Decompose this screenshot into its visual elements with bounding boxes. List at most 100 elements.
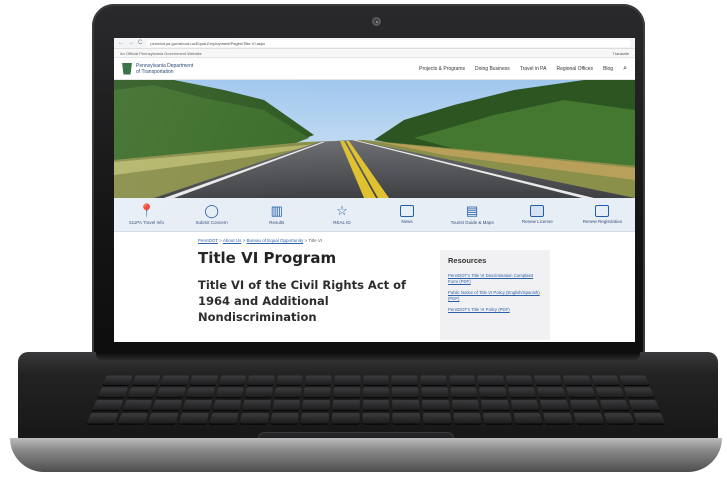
keyboard-key	[420, 375, 447, 385]
nav-item-regional-offices[interactable]: Regional Offices	[556, 66, 593, 72]
keyboard-key	[244, 387, 273, 398]
nav-item-projects[interactable]: Projects & Programs	[419, 66, 465, 72]
keyboard-key	[97, 387, 128, 398]
keyboard-key	[508, 387, 537, 398]
keyboard-key	[483, 413, 513, 424]
keyboard-key	[302, 400, 331, 411]
nav-item-doing-business[interactable]: Doing Business	[475, 66, 510, 72]
breadcrumb-bureau[interactable]: Bureau of Equal Opportunity	[246, 238, 303, 243]
keyboard-key	[591, 375, 621, 385]
quicklink-label: News	[401, 219, 413, 224]
breadcrumb-about-us[interactable]: About Us	[223, 238, 242, 243]
article: PennDOT > About Us > Bureau of Equal Opp…	[198, 238, 420, 340]
quicklink-renew-license[interactable]: Renew License	[510, 205, 565, 224]
site-header: Pennsylvania Department of Transportatio…	[114, 58, 635, 80]
keyboard-key	[152, 400, 183, 411]
keyboard-key	[566, 387, 596, 398]
keyboard-key	[543, 413, 574, 424]
keyboard-key	[215, 387, 244, 398]
keyboard-key	[534, 375, 563, 385]
quicklink-511pa[interactable]: 📍 511PA Travel Info	[119, 203, 174, 226]
quicklink-real-id[interactable]: ☆ REAL ID	[314, 204, 369, 226]
keyboard-key	[334, 375, 361, 385]
quicklink-label: Tourist Guide & Maps	[450, 220, 494, 225]
keyboard-key	[189, 375, 218, 385]
quicklink-tourist-guide[interactable]: ▤ Tourist Guide & Maps	[445, 204, 500, 226]
page-title: Title VI Program	[198, 249, 337, 267]
keyboard-key	[274, 387, 302, 398]
keyboard-key	[513, 413, 543, 424]
keyboard-key	[131, 375, 161, 385]
keyboard-key	[624, 387, 655, 398]
keystone-icon	[122, 62, 132, 75]
keyboard-key	[569, 400, 600, 411]
resource-link-complaint-form[interactable]: PennDOT's Title VI Discrimination Compla…	[448, 273, 542, 285]
quicklink-results[interactable]: ▥ Results	[249, 203, 304, 226]
keyboard-key	[185, 387, 215, 398]
nav-item-travel[interactable]: Travel in PA	[520, 66, 547, 72]
keyboard-key	[117, 413, 149, 424]
keyboard-key	[178, 413, 209, 424]
quicklinks-bar: 📍 511PA Travel Info ◯ Submit Concern ▥ R…	[114, 198, 635, 232]
quicklink-renew-registration[interactable]: Renew Registration	[575, 205, 630, 224]
keyboard-key	[122, 400, 153, 411]
keyboard-key	[332, 400, 360, 411]
newspaper-icon	[400, 205, 415, 217]
breadcrumb: PennDOT > About Us > Bureau of Equal Opp…	[198, 238, 323, 243]
quicklink-label: Submit Concern	[195, 220, 228, 225]
keyboard-key	[147, 413, 179, 424]
resources-panel: Resources PennDOT's Title VI Discriminat…	[440, 250, 550, 340]
keyboard-key	[247, 375, 275, 385]
keyboard-key	[239, 413, 269, 424]
reload-icon[interactable]: C	[138, 40, 142, 46]
keyboard-key	[86, 413, 119, 424]
keyboard-key	[448, 375, 476, 385]
keyboard-key	[182, 400, 212, 411]
laptop-screen: ← → C penndot.pa.gov/about-us/Equal-Empl…	[114, 38, 635, 342]
translate-link[interactable]: Translate	[612, 51, 629, 56]
laptop-scene: ← → C penndot.pa.gov/about-us/Equal-Empl…	[0, 0, 727, 491]
id-card-icon	[530, 205, 545, 217]
keyboard-key	[242, 400, 271, 411]
keyboard-key	[573, 413, 605, 424]
quicklink-label: Renew Registration	[582, 219, 623, 224]
search-icon[interactable]: ⌕	[623, 65, 627, 73]
address-bar[interactable]: penndot.pa.gov/about-us/Equal-Employment…	[146, 39, 631, 47]
quicklink-news[interactable]: News	[380, 205, 435, 224]
map-pin-icon: 📍	[138, 203, 155, 218]
keyboard-key	[392, 413, 421, 424]
bar-chart-icon: ▥	[270, 203, 283, 218]
quicklink-submit-concern[interactable]: ◯ Submit Concern	[184, 204, 239, 226]
keyboard	[85, 375, 668, 429]
back-icon[interactable]: ←	[118, 40, 124, 46]
quicklink-label: Results	[269, 220, 285, 225]
keyboard-key	[595, 387, 626, 398]
gov-banner-text: An Official Pennsylvania Government Webs…	[120, 50, 202, 56]
laptop-front-edge	[10, 438, 722, 472]
keyboard-key	[126, 387, 157, 398]
keyboard-key	[481, 400, 510, 411]
keyboard-key	[451, 400, 480, 411]
keyboard-key	[272, 400, 301, 411]
nav-item-blog[interactable]: Blog	[603, 66, 613, 72]
breadcrumb-penndot[interactable]: PennDOT	[198, 238, 218, 243]
keyboard-key	[305, 375, 332, 385]
penndot-logo[interactable]: Pennsylvania Department of Transportatio…	[122, 62, 196, 75]
keyboard-key	[422, 413, 452, 424]
main-nav: Projects & Programs Doing Business Trave…	[419, 65, 627, 73]
keyboard-key	[537, 387, 567, 398]
keyboard-key	[510, 400, 540, 411]
quicklink-label: Renew License	[521, 219, 553, 224]
keyboard-key	[562, 375, 592, 385]
forward-icon[interactable]: →	[128, 40, 134, 46]
keyboard-key	[362, 375, 389, 385]
keyboard-key	[270, 413, 300, 424]
resource-link-public-notice[interactable]: Public Notice of Title VI Policy (Englis…	[448, 290, 542, 302]
keyboard-key	[209, 413, 239, 424]
keyboard-key	[421, 400, 450, 411]
main-content: PennDOT > About Us > Bureau of Equal Opp…	[114, 232, 635, 340]
resource-link-policy[interactable]: PennDOT's Title VI Policy (PDF)	[448, 307, 542, 313]
hero-image	[114, 80, 635, 198]
keyboard-key	[303, 387, 331, 398]
keyboard-key	[540, 400, 570, 411]
